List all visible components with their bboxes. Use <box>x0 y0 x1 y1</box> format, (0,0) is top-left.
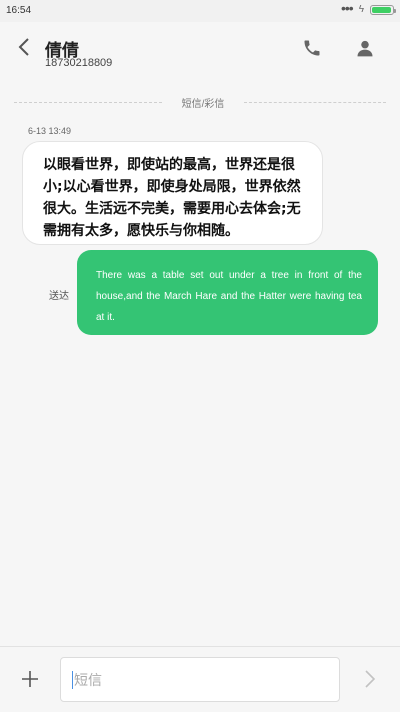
charging-icon: ϟ <box>358 4 364 15</box>
incoming-message-text: 以眼看世界，即使站的最高，世界还是很小;以心看世界，即使身处局限，世界依然很大。… <box>43 157 301 239</box>
message-input-placeholder: 短信 <box>74 672 102 688</box>
divider-line-left <box>14 102 162 103</box>
delivery-status: 送达 <box>49 291 69 302</box>
message-type-label: 短信/彩信 <box>181 99 225 110</box>
back-arrow-icon[interactable] <box>14 37 34 57</box>
plus-icon[interactable] <box>20 669 40 689</box>
battery-level <box>372 6 391 13</box>
status-time: 16:54 <box>6 5 32 16</box>
text-caret <box>72 671 73 689</box>
incoming-message-bubble[interactable]: 以眼看世界，即使站的最高，世界还是很小;以心看世界，即使身处局限，世界依然很大。… <box>22 141 323 245</box>
notification-dots-icon: ••• <box>340 0 354 16</box>
message-timestamp: 6-13 13:49 <box>28 126 72 136</box>
person-icon[interactable] <box>355 38 375 58</box>
outgoing-message-bubble[interactable]: There was a table set out under a tree i… <box>77 250 378 335</box>
battery-icon <box>370 4 396 15</box>
divider-line-right <box>244 102 386 103</box>
message-type-divider: 短信/彩信 <box>14 93 386 113</box>
phone-icon[interactable] <box>302 38 322 58</box>
conversation-header: 倩倩 18730218809 <box>0 22 400 86</box>
send-arrow-icon[interactable] <box>362 668 378 690</box>
message-input[interactable]: 短信 <box>60 657 340 702</box>
status-bar: 16:54 ••• ϟ <box>0 0 400 22</box>
outgoing-message-text: There was a table set out under a tree i… <box>96 270 362 323</box>
message-composer: 短信 <box>0 646 400 712</box>
status-icons: ••• ϟ <box>340 0 396 16</box>
contact-number: 18730218809 <box>45 57 113 69</box>
